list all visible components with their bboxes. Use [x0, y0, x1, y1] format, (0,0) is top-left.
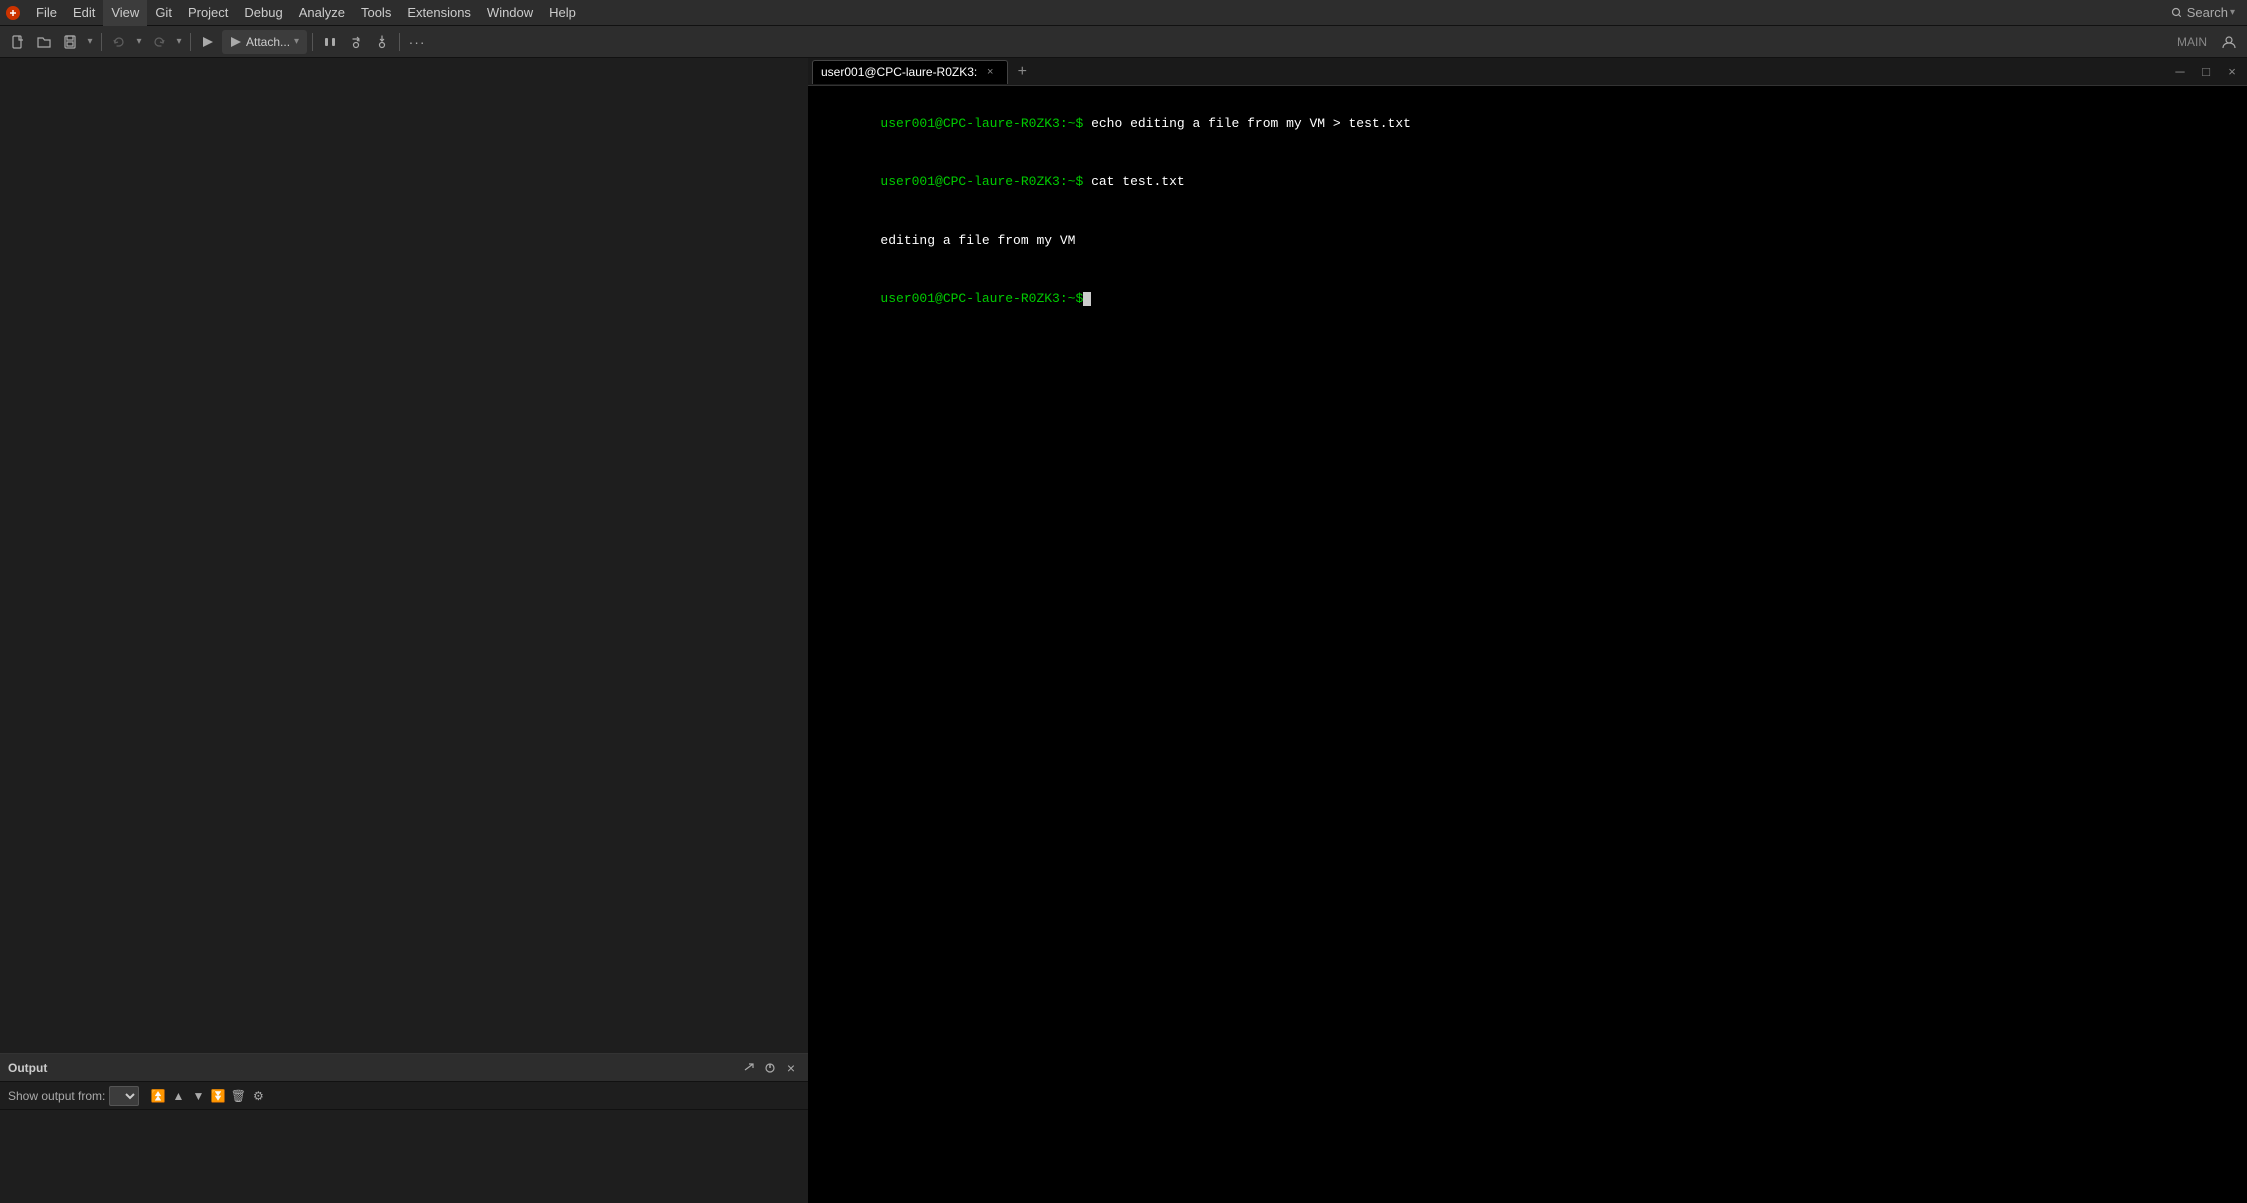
main-content: Output × Show output from:	[0, 58, 2247, 1203]
terminal-prompt-2: user001@CPC-laure-R0ZK3:~$	[880, 174, 1083, 189]
step-into-button[interactable]	[370, 30, 394, 54]
output-filter-select[interactable]	[109, 1086, 139, 1106]
editor-area[interactable]	[0, 58, 808, 1053]
output-controls: ×	[740, 1059, 800, 1077]
undo-button[interactable]	[107, 30, 131, 54]
output-header: Output ×	[0, 1054, 808, 1082]
terminal-line-2: user001@CPC-laure-R0ZK3:~$ cat test.txt	[818, 153, 2237, 212]
output-close-button[interactable]: ×	[782, 1059, 800, 1077]
terminal-maximize-button[interactable]: □	[2195, 61, 2217, 83]
menu-project[interactable]: Project	[180, 0, 236, 26]
menu-tools[interactable]: Tools	[353, 0, 399, 26]
terminal-command-2: cat test.txt	[1083, 174, 1184, 189]
more-actions-button[interactable]: ···	[405, 30, 429, 54]
terminal-add-tab-button[interactable]: +	[1012, 62, 1032, 82]
terminal-line-1: user001@CPC-laure-R0ZK3:~$ echo editing …	[818, 94, 2237, 153]
menu-help[interactable]: Help	[541, 0, 584, 26]
save-button[interactable]	[58, 30, 82, 54]
output-scroll-up-button[interactable]: ▲	[169, 1087, 187, 1105]
output-minimize-button[interactable]	[740, 1059, 758, 1077]
open-folder-button[interactable]	[32, 30, 56, 54]
menu-file[interactable]: File	[28, 0, 65, 26]
terminal-tab-active[interactable]: user001@CPC-laure-R0ZK3: ×	[812, 60, 1008, 84]
search-menu[interactable]: Search ▾	[2163, 3, 2243, 22]
output-filter-buttons: ⏫ ▲ ▼ ⏬ 🗑 ⚙	[149, 1087, 267, 1105]
terminal-output-text: editing a file from my VM	[880, 233, 1075, 248]
dropdown-icon: ▾	[87, 36, 92, 47]
output-scroll-top-button[interactable]: ⏫	[149, 1087, 167, 1105]
output-filter-label: Show output from:	[8, 1089, 105, 1103]
terminal-line-3: user001@CPC-laure-R0ZK3:~$	[818, 270, 2237, 329]
terminal-command-1: echo editing a file from my VM > test.tx…	[1083, 116, 1411, 131]
person-icon	[2222, 35, 2236, 49]
terminal-tab-bar: user001@CPC-laure-R0ZK3: × + ─ □ ×	[808, 58, 2247, 86]
output-panel: Output × Show output from:	[0, 1053, 808, 1203]
menu-debug[interactable]: Debug	[236, 0, 290, 26]
output-pin-button[interactable]	[761, 1059, 779, 1077]
search-toolbar-button[interactable]	[2217, 30, 2241, 54]
output-clear-button[interactable]: 🗑	[229, 1087, 247, 1105]
output-title: Output	[8, 1061, 47, 1075]
redo-dropdown-button[interactable]: ▾	[173, 30, 185, 54]
terminal-tab-close-button[interactable]: ×	[983, 65, 997, 79]
menu-git[interactable]: Git	[147, 0, 180, 26]
dropdown-arrow-button[interactable]: ▾	[84, 30, 96, 54]
output-filter-bar: Show output from: ⏫ ▲ ▼ ⏬ 🗑 ⚙	[0, 1082, 808, 1110]
toolbar-separator-1	[101, 33, 102, 51]
debug-run-button[interactable]	[318, 30, 342, 54]
menu-analyze[interactable]: Analyze	[291, 0, 353, 26]
menu-extensions[interactable]: Extensions	[399, 0, 479, 26]
left-section: Output × Show output from:	[0, 58, 808, 1203]
toolbar-separator-2	[190, 33, 191, 51]
redo-button[interactable]	[147, 30, 171, 54]
output-content	[0, 1110, 808, 1203]
search-icon	[2171, 7, 2183, 19]
terminal-tab-label: user001@CPC-laure-R0ZK3:	[821, 65, 977, 79]
terminal-window-controls: ─ □ ×	[2169, 61, 2243, 83]
terminal-prompt-3: user001@CPC-laure-R0ZK3:~$	[880, 291, 1083, 306]
search-dropdown-icon: ▾	[2230, 7, 2235, 18]
terminal-prompt-1: user001@CPC-laure-R0ZK3:~$	[880, 116, 1083, 131]
menu-edit[interactable]: Edit	[65, 0, 103, 26]
terminal-output-line: editing a file from my VM	[818, 211, 2237, 270]
attach-icon	[230, 36, 242, 48]
output-scroll-down-button[interactable]: ▼	[189, 1087, 207, 1105]
terminal-content[interactable]: user001@CPC-laure-R0ZK3:~$ echo editing …	[808, 86, 2247, 1203]
terminal-panel: user001@CPC-laure-R0ZK3: × + ─ □ × user0…	[808, 58, 2247, 1203]
terminal-close-button[interactable]: ×	[2221, 61, 2243, 83]
attach-label: Attach...	[246, 35, 290, 49]
build-button[interactable]	[196, 30, 220, 54]
toolbar-separator-4	[399, 33, 400, 51]
toolbar-separator-3	[312, 33, 313, 51]
step-over-button[interactable]	[344, 30, 368, 54]
menu-window[interactable]: Window	[479, 0, 541, 26]
terminal-minimize-button[interactable]: ─	[2169, 61, 2191, 83]
attach-button[interactable]: Attach... ▾	[222, 30, 307, 54]
search-label: Search	[2187, 5, 2228, 20]
menu-view[interactable]: View	[103, 0, 147, 26]
toolbar: ▾ ▾ ▾ Attach... ▾	[0, 26, 2247, 58]
terminal-cursor	[1083, 292, 1091, 306]
app-logo	[4, 4, 22, 22]
output-settings-button[interactable]: ⚙	[249, 1087, 267, 1105]
output-scroll-bottom-button[interactable]: ⏬	[209, 1087, 227, 1105]
menu-bar: File Edit View Git Project Debug Analyze…	[0, 0, 2247, 26]
main-label: MAIN	[2177, 35, 2215, 49]
undo-dropdown-button[interactable]: ▾	[133, 30, 145, 54]
attach-dropdown-icon: ▾	[294, 36, 299, 47]
new-file-button[interactable]	[6, 30, 30, 54]
